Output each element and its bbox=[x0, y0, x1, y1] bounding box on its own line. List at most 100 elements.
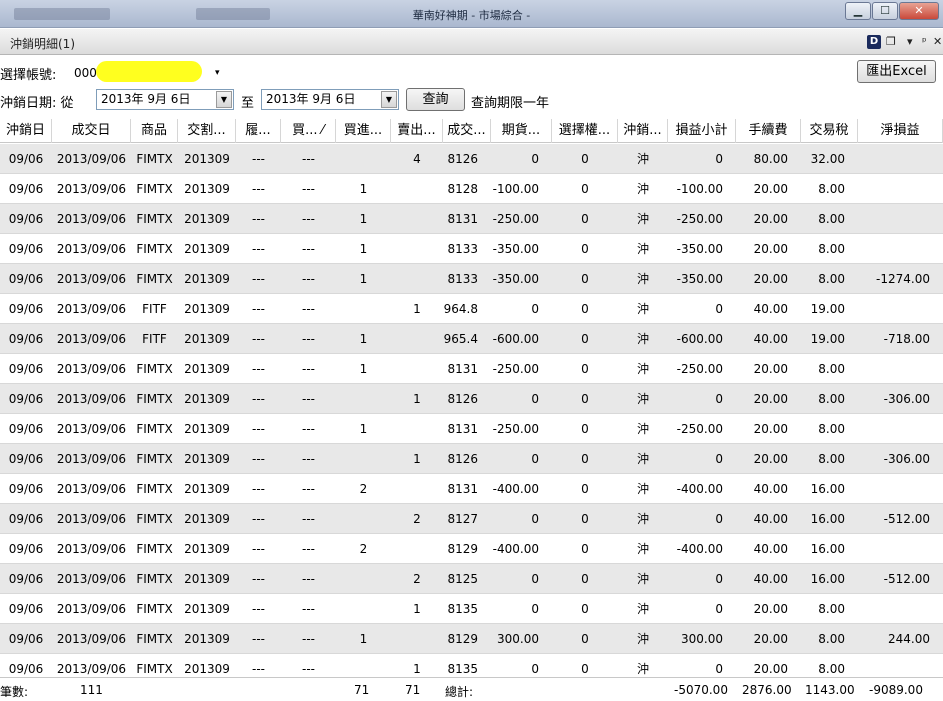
cell-col-futures-pnl: -100.00 bbox=[492, 182, 539, 196]
cell-col-buy-sell: --- bbox=[302, 512, 315, 526]
cell-col-option-pnl: 0 bbox=[581, 632, 589, 646]
date-separator: 至 bbox=[241, 96, 255, 111]
table-row[interactable]: 09/06 2013/09/06 FIMTX 201309 --- --- 1 8126 0 0 沖… bbox=[0, 384, 943, 414]
cell-col-product: FIMTX bbox=[136, 362, 173, 376]
header-col-buy-sell[interactable]: 買... ⁄ bbox=[281, 119, 336, 143]
dropdown-arrow-icon[interactable]: ▼ bbox=[216, 91, 232, 108]
table-row[interactable]: 09/06 2013/09/06 FIMTX 201309 --- --- 1 8129 300… bbox=[0, 624, 943, 654]
cell-col-settle-date: 09/06 bbox=[8, 632, 44, 646]
cell-col-settle-date: 09/06 bbox=[8, 392, 44, 406]
cell-col-buy-qty bbox=[336, 444, 391, 474]
date-to-picker[interactable]: 2013年 9月 6日 ▼ bbox=[261, 89, 399, 110]
table-row[interactable]: 09/06 2013/09/06 FIMTX 201309 --- --- 1 8135 0 0 沖… bbox=[0, 594, 943, 624]
cell-col-sell-qty: 1 bbox=[413, 392, 421, 406]
table-row[interactable]: 09/06 2013/09/06 FIMTX 201309 --- --- 2 8131 -40… bbox=[0, 474, 943, 504]
header-col-product[interactable]: 商品 bbox=[131, 119, 178, 143]
cell-col-strike: --- bbox=[252, 512, 265, 526]
table-row[interactable]: 09/06 2013/09/06 FIMTX 201309 --- --- 1 8131 -25… bbox=[0, 414, 943, 444]
cell-col-option-pnl: 0 bbox=[581, 242, 589, 256]
table-row[interactable]: 09/06 2013/09/06 FIMTX 201309 --- --- 2 8125 0 0 沖… bbox=[0, 564, 943, 594]
fee-total: 2876.00 bbox=[742, 683, 792, 697]
table-row[interactable]: 09/06 2013/09/06 FIMTX 201309 --- --- 1 8133 -35… bbox=[0, 264, 943, 294]
close-window-button[interactable]: ✕ bbox=[899, 2, 939, 20]
cell-col-net-pnl bbox=[858, 414, 930, 444]
table-body[interactable]: 09/06 2013/09/06 FIMTX 201309 --- --- 4 8126 0 0 沖… bbox=[0, 144, 943, 696]
cell-col-price: 8126 bbox=[447, 392, 478, 406]
header-col-offset-flag[interactable]: 沖銷... bbox=[618, 119, 668, 143]
header-col-trade-date[interactable]: 成交日 bbox=[52, 119, 131, 143]
table-row[interactable]: 09/06 2013/09/06 FIMTX 201309 --- --- 4 8126 0 0 沖… bbox=[0, 144, 943, 174]
cell-col-buy-sell: --- bbox=[302, 422, 315, 436]
table-row[interactable]: 09/06 2013/09/06 FITF 201309 --- --- 1 965.4 -60… bbox=[0, 324, 943, 354]
pin-icon[interactable]: ᵖ bbox=[922, 35, 927, 49]
minimize-button[interactable]: ▁ bbox=[845, 2, 871, 20]
cell-col-strike: --- bbox=[252, 542, 265, 556]
date-from-picker[interactable]: 2013年 9月 6日 ▼ bbox=[96, 89, 234, 110]
cell-col-settle-date: 09/06 bbox=[8, 272, 44, 286]
header-col-net-pnl[interactable]: 淨損益 bbox=[858, 119, 943, 143]
cell-col-buy-qty: 1 bbox=[359, 422, 368, 436]
chevron-down-icon[interactable]: ▾ bbox=[215, 68, 220, 78]
query-button[interactable]: 查詢 bbox=[406, 88, 465, 111]
cell-col-strike: --- bbox=[252, 212, 265, 226]
cell-col-product: FIMTX bbox=[136, 242, 173, 256]
table-row[interactable]: 09/06 2013/09/06 FIMTX 201309 --- --- 1 8131 -25… bbox=[0, 354, 943, 384]
cell-col-delivery: 201309 bbox=[184, 542, 230, 556]
cell-col-fee: 40.00 bbox=[753, 542, 788, 556]
close-panel-icon[interactable]: ✕ bbox=[933, 35, 942, 49]
header-col-delivery[interactable]: 交割... bbox=[178, 119, 236, 143]
cell-col-option-pnl: 0 bbox=[581, 212, 589, 226]
cell-col-price: 8129 bbox=[447, 632, 478, 646]
cell-col-strike: --- bbox=[252, 482, 265, 496]
header-col-option-pnl[interactable]: 選擇權... bbox=[552, 119, 618, 143]
cell-col-delivery: 201309 bbox=[184, 212, 230, 226]
cell-col-net-pnl bbox=[858, 534, 930, 564]
cell-col-tax: 8.00 bbox=[818, 452, 845, 466]
table-row[interactable]: 09/06 2013/09/06 FIMTX 201309 --- --- 2 8127 0 0 沖… bbox=[0, 504, 943, 534]
cell-col-price: 965.4 bbox=[443, 332, 478, 346]
cell-col-buy-sell: --- bbox=[302, 302, 315, 316]
header-col-tax[interactable]: 交易稅 bbox=[801, 119, 858, 143]
cell-col-sell-qty bbox=[391, 624, 443, 654]
cell-col-sell-qty: 4 bbox=[413, 152, 421, 166]
cell-col-pnl-subtotal: 300.00 bbox=[681, 632, 723, 646]
panel-menu-icon[interactable]: ▾ bbox=[907, 35, 913, 49]
header-col-fee[interactable]: 手續費 bbox=[736, 119, 801, 143]
header-col-futures-pnl[interactable]: 期貨... bbox=[491, 119, 552, 143]
cell-col-trade-date: 2013/09/06 bbox=[56, 572, 127, 586]
cell-col-strike: --- bbox=[252, 302, 265, 316]
cell-col-buy-sell: --- bbox=[302, 182, 315, 196]
cell-col-buy-qty bbox=[336, 294, 391, 324]
table-row[interactable]: 09/06 2013/09/06 FIMTX 201309 --- --- 1 8126 0 0 沖… bbox=[0, 444, 943, 474]
maximize-button[interactable]: ☐ bbox=[872, 2, 898, 20]
cell-col-fee: 20.00 bbox=[753, 242, 788, 256]
cell-col-tax: 8.00 bbox=[818, 392, 845, 406]
cell-col-futures-pnl: 0 bbox=[531, 152, 539, 166]
cell-col-futures-pnl: 0 bbox=[531, 512, 539, 526]
cell-col-offset-flag: 沖 bbox=[636, 482, 649, 496]
header-col-strike[interactable]: 履... bbox=[236, 119, 281, 143]
cell-col-buy-qty: 1 bbox=[359, 242, 368, 256]
header-col-price[interactable]: 成交... bbox=[443, 119, 491, 143]
cell-col-sell-qty: 2 bbox=[413, 572, 421, 586]
export-excel-button[interactable]: 匯出Excel bbox=[857, 60, 936, 83]
cell-col-futures-pnl: -350.00 bbox=[492, 272, 539, 286]
restore-panel-icon[interactable]: ❐ bbox=[886, 35, 896, 49]
cell-col-buy-qty bbox=[336, 594, 391, 624]
dropdown-arrow-icon[interactable]: ▼ bbox=[381, 91, 397, 108]
table-row[interactable]: 09/06 2013/09/06 FITF 201309 --- --- 1 964.8 0 0 沖… bbox=[0, 294, 943, 324]
cell-col-net-pnl bbox=[858, 594, 930, 624]
header-col-settle-date[interactable]: 沖銷日 bbox=[0, 119, 52, 143]
buy-total: 71 bbox=[354, 683, 370, 697]
table-row[interactable]: 09/06 2013/09/06 FIMTX 201309 --- --- 1 8131 -25… bbox=[0, 204, 943, 234]
cell-col-option-pnl: 0 bbox=[581, 452, 589, 466]
account-value[interactable]: 000 bbox=[74, 66, 97, 80]
cell-col-offset-flag: 沖 bbox=[636, 572, 649, 586]
header-col-buy-qty[interactable]: 買進... bbox=[336, 119, 391, 143]
cell-col-futures-pnl: -400.00 bbox=[492, 542, 539, 556]
table-row[interactable]: 09/06 2013/09/06 FIMTX 201309 --- --- 1 8128 -10… bbox=[0, 174, 943, 204]
header-col-sell-qty[interactable]: 賣出... bbox=[391, 119, 443, 143]
table-row[interactable]: 09/06 2013/09/06 FIMTX 201309 --- --- 1 8133 -35… bbox=[0, 234, 943, 264]
header-col-pnl-subtotal[interactable]: 損益小計 bbox=[668, 119, 736, 143]
table-row[interactable]: 09/06 2013/09/06 FIMTX 201309 --- --- 2 8129 -40… bbox=[0, 534, 943, 564]
